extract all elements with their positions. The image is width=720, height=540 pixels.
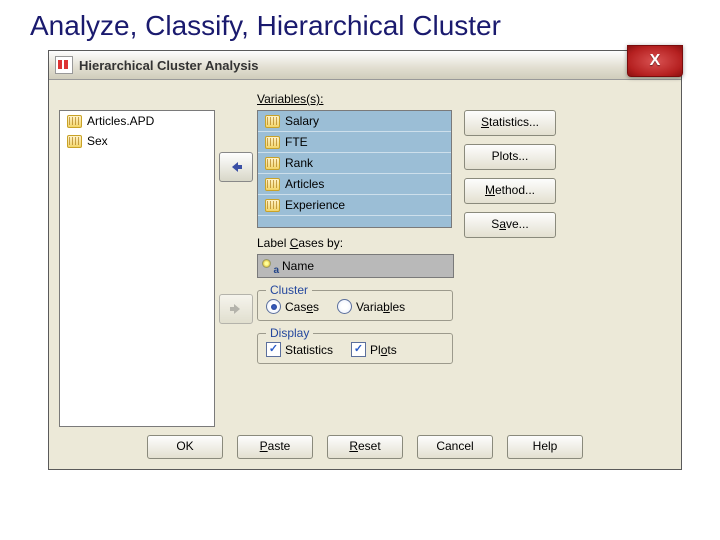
checkbox-icon <box>266 342 281 357</box>
scale-icon <box>264 114 280 128</box>
radio-cases[interactable]: Cases <box>266 299 319 314</box>
scale-icon <box>66 114 82 128</box>
ok-button[interactable]: OK <box>147 435 223 459</box>
label-cases-field[interactable]: Name <box>257 254 454 278</box>
titlebar: Hierarchical Cluster Analysis X <box>49 51 681 80</box>
close-button[interactable]: X <box>627 45 683 77</box>
var-label: Experience <box>285 198 345 212</box>
list-item[interactable]: Sex <box>60 131 214 151</box>
dialog-button-row: OK Paste Reset Cancel Help <box>59 427 671 463</box>
group-title: Display <box>266 326 313 340</box>
display-group: Display Statistics Plots <box>257 333 453 364</box>
radio-variables[interactable]: Variables <box>337 299 405 314</box>
group-title: Cluster <box>266 283 312 297</box>
paste-button[interactable]: Paste <box>237 435 313 459</box>
close-icon: X <box>650 52 661 70</box>
window-title: Hierarchical Cluster Analysis <box>79 58 258 73</box>
var-label: Articles.APD <box>87 114 154 128</box>
scale-icon <box>264 135 280 149</box>
var-label: Salary <box>285 114 319 128</box>
checkbox-plots[interactable]: Plots <box>351 342 397 357</box>
scale-icon <box>264 156 280 170</box>
list-item[interactable]: FTE <box>258 132 451 153</box>
label-cases-label: Label Cases by: <box>257 236 454 252</box>
arrow-left-icon <box>228 160 244 174</box>
list-item[interactable]: Articles <box>258 174 451 195</box>
list-item[interactable]: Salary <box>258 111 451 132</box>
list-item[interactable]: Rank <box>258 153 451 174</box>
var-label: Sex <box>87 134 108 148</box>
move-to-variables-button[interactable] <box>219 152 253 182</box>
reset-button[interactable]: Reset <box>327 435 403 459</box>
available-variables-list[interactable]: Articles.APD Sex <box>59 110 215 427</box>
cancel-button[interactable]: Cancel <box>417 435 493 459</box>
checkbox-icon <box>351 342 366 357</box>
plots-button[interactable]: Plots... <box>464 144 556 170</box>
app-icon <box>55 56 73 74</box>
arrow-right-icon <box>228 302 244 316</box>
dialog-body: Articles.APD Sex <box>49 80 681 469</box>
save-button[interactable]: Save... <box>464 212 556 238</box>
help-button[interactable]: Help <box>507 435 583 459</box>
var-label: Articles <box>285 177 324 191</box>
scale-icon <box>66 134 82 148</box>
checkbox-statistics[interactable]: Statistics <box>266 342 333 357</box>
dialog-window: Hierarchical Cluster Analysis X Articles… <box>48 50 682 470</box>
variables-label: Variables(s): <box>257 92 454 108</box>
nominal-icon <box>262 259 278 273</box>
move-to-label-button[interactable] <box>219 294 253 324</box>
radio-icon <box>337 299 352 314</box>
list-item[interactable]: Articles.APD <box>60 111 214 131</box>
label-cases-value: Name <box>282 259 314 273</box>
var-label: Rank <box>285 156 313 170</box>
method-button[interactable]: Method... <box>464 178 556 204</box>
scale-icon <box>264 177 280 191</box>
slide-title: Analyze, Classify, Hierarchical Cluster <box>0 0 720 50</box>
statistics-button[interactable]: Statistics... <box>464 110 556 136</box>
var-label: FTE <box>285 135 308 149</box>
radio-icon <box>266 299 281 314</box>
selected-variables-list[interactable]: Salary FTE Rank Articles <box>257 110 452 228</box>
scale-icon <box>264 198 280 212</box>
cluster-group: Cluster Cases Variables <box>257 290 453 321</box>
list-item[interactable]: Experience <box>258 195 451 216</box>
